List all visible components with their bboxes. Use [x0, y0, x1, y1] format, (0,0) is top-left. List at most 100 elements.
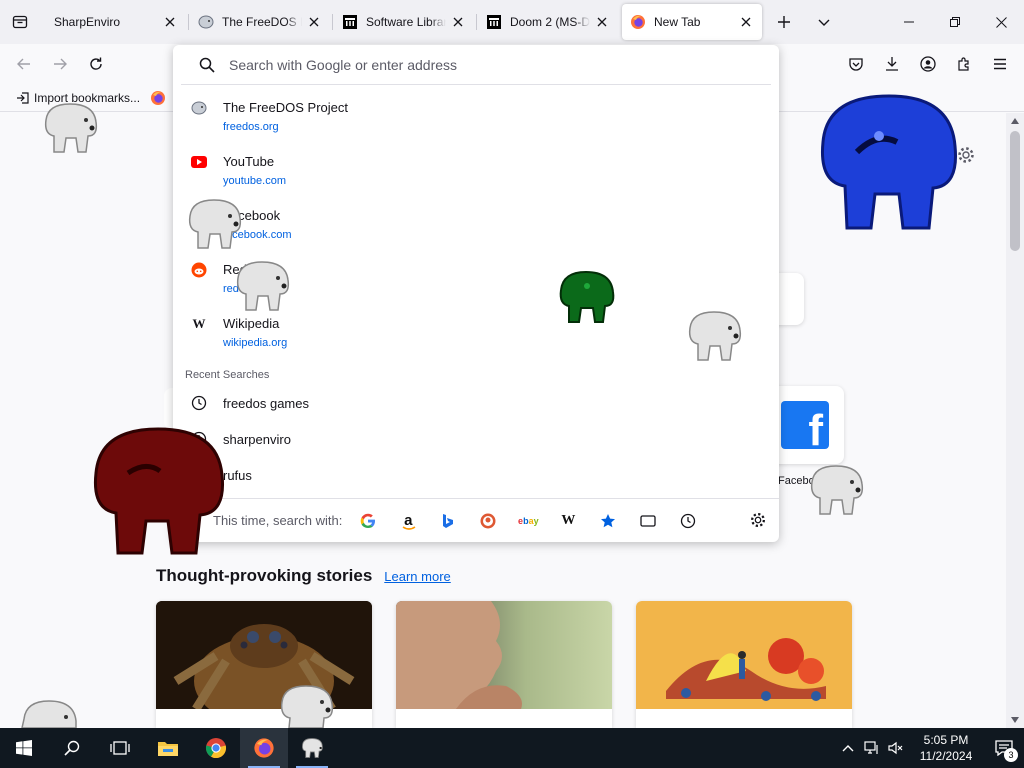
search-icon: [199, 57, 215, 73]
minimize-icon: [904, 21, 914, 23]
list-all-tabs-button[interactable]: [804, 0, 844, 44]
minimize-button[interactable]: [886, 0, 932, 44]
duckduckgo-engine-button[interactable]: [476, 509, 500, 533]
taskbar-firefox[interactable]: [240, 728, 288, 768]
firefox-icon: [254, 738, 274, 758]
newtab-settings-button[interactable]: [956, 145, 976, 165]
tab-sharpenviro[interactable]: SharpEnviro: [46, 4, 189, 40]
scroll-down-button[interactable]: [1006, 712, 1024, 728]
story-image-thinking-man: [396, 601, 612, 709]
close-icon[interactable]: [306, 14, 322, 30]
triangle-up-icon: [1011, 118, 1019, 124]
tabs-search-button[interactable]: [636, 509, 660, 533]
clock-icon: [681, 513, 696, 528]
bear-sprite-white: [44, 103, 98, 153]
pocket-button[interactable]: [840, 48, 872, 80]
clock-date: 11/2/2024: [919, 749, 973, 763]
taskbar-screensaver-app[interactable]: [288, 728, 336, 768]
tab-doom2[interactable]: Doom 2 (MS-DOS): [478, 4, 618, 40]
bookmark-firefox[interactable]: [146, 86, 170, 110]
start-button[interactable]: [0, 728, 48, 768]
close-icon[interactable]: [738, 14, 754, 30]
suggestion-facebook[interactable]: Facebook facebook.com: [173, 201, 779, 255]
tab-freedos[interactable]: The FreeDOS Project: [190, 4, 333, 40]
tab-title: Software Library: [366, 15, 446, 29]
downloads-button[interactable]: [876, 48, 908, 80]
tab-title: Doom 2 (MS-DOS): [510, 15, 590, 29]
reload-button[interactable]: [78, 48, 114, 80]
forward-button[interactable]: [42, 48, 78, 80]
restore-icon: [950, 17, 960, 27]
bear-icon: [302, 738, 323, 758]
chevron-up-icon: [842, 745, 854, 752]
story-image-fruit: [636, 601, 852, 709]
recent-search-item[interactable]: rufus: [173, 457, 779, 493]
close-icon[interactable]: [594, 14, 610, 30]
bear-sprite-white: [21, 700, 77, 728]
search-button[interactable]: [48, 728, 96, 768]
amazon-engine-button[interactable]: a: [396, 509, 420, 533]
suggestion-url: freedos.org: [223, 121, 279, 133]
story-card[interactable]: [156, 601, 372, 728]
chrome-icon: [205, 738, 227, 759]
engine-prompt: This time, search with:: [213, 513, 343, 528]
tab-software-library[interactable]: Software Library: [334, 4, 477, 40]
taskbar-file-explorer[interactable]: [144, 728, 192, 768]
task-view-button[interactable]: [96, 728, 144, 768]
bear-sprite-blue: [820, 94, 958, 230]
page-scrollbar[interactable]: [1006, 113, 1024, 728]
stories-header: Thought-provoking stories Learn more: [156, 566, 451, 586]
tray-overflow-button[interactable]: [836, 728, 860, 768]
extensions-button[interactable]: [948, 48, 980, 80]
folder-icon: [158, 742, 178, 756]
recent-search-item[interactable]: freedos games: [173, 385, 779, 421]
back-button[interactable]: [6, 48, 42, 80]
wikipedia-engine-button[interactable]: W: [556, 509, 580, 533]
urlbar-input[interactable]: [229, 56, 729, 73]
firefox-icon: [151, 90, 166, 105]
app-menu-button[interactable]: [984, 48, 1016, 80]
urlbar: [181, 45, 771, 85]
puzzle-icon: [958, 57, 969, 71]
story-card[interactable]: [636, 601, 852, 728]
clock-icon: [191, 395, 207, 411]
suggestion-title: Wikipedia: [223, 316, 280, 331]
story-card[interactable]: [396, 601, 612, 728]
restore-button[interactable]: [932, 0, 978, 44]
search-engine-row: This time, search with: a ebay W: [173, 498, 779, 542]
search-settings-button[interactable]: [749, 511, 767, 532]
ebay-engine-button[interactable]: ebay: [516, 509, 540, 533]
action-center-button[interactable]: 3: [984, 728, 1024, 768]
scroll-up-button[interactable]: [1006, 113, 1024, 129]
scrollbar-thumb[interactable]: [1010, 131, 1020, 251]
recent-search-text: freedos games: [223, 395, 309, 411]
close-window-button[interactable]: [978, 0, 1024, 44]
stories-title: Thought-provoking stories: [156, 566, 373, 585]
close-icon: [995, 16, 1007, 28]
learn-more-link[interactable]: Learn more: [384, 569, 450, 584]
new-tab-button[interactable]: [764, 0, 804, 44]
bing-engine-button[interactable]: [436, 509, 460, 533]
archive-icon: [486, 14, 502, 30]
network-button[interactable]: [860, 728, 884, 768]
taskbar-chrome[interactable]: [192, 728, 240, 768]
arrow-right-icon: [54, 58, 67, 70]
close-icon[interactable]: [450, 14, 466, 30]
clock[interactable]: 5:05 PM 11/2/2024: [908, 732, 984, 764]
bookmarks-search-button[interactable]: [596, 509, 620, 533]
suggestion-youtube[interactable]: YouTube youtube.com: [173, 147, 779, 201]
reload-icon: [90, 57, 102, 70]
google-engine-button[interactable]: [356, 509, 380, 533]
tab-new-tab[interactable]: New Tab: [622, 4, 762, 40]
recent-search-item[interactable]: sharpenviro: [173, 421, 779, 457]
google-icon: [361, 513, 376, 528]
suggestion-freedos[interactable]: The FreeDOS Project freedos.org: [173, 93, 779, 147]
bear-sprite-white: [688, 311, 742, 361]
bear-sprite-green: [559, 270, 615, 323]
volume-button[interactable]: [884, 728, 908, 768]
firefox-view-button[interactable]: [0, 0, 40, 44]
close-icon[interactable]: [162, 14, 178, 30]
history-search-button[interactable]: [676, 509, 700, 533]
volume-muted-icon: [888, 741, 903, 755]
account-button[interactable]: [912, 48, 944, 80]
